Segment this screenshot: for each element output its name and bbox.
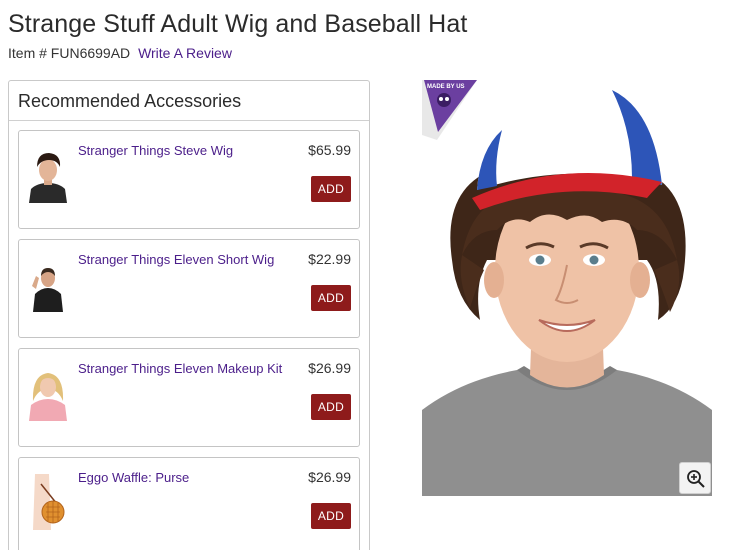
item-number: Item # FUN6699AD — [8, 45, 131, 61]
item-info: Item # FUN6699AD Write A Review — [8, 45, 232, 61]
waffle-purse-thumbnail[interactable] — [27, 474, 69, 530]
accessory-price: $26.99 — [308, 360, 351, 376]
add-to-cart-button[interactable]: ADD — [311, 503, 351, 529]
accessory-price: $65.99 — [308, 142, 351, 158]
made-by-us-badge-text: MADE BY US — [427, 84, 465, 90]
accessories-heading: Recommended Accessories — [9, 81, 369, 121]
accessory-name-link[interactable]: Stranger Things Eleven Makeup Kit — [78, 361, 282, 376]
accessory-price: $26.99 — [308, 469, 351, 485]
accessory-name-link[interactable]: Eggo Waffle: Purse — [78, 470, 189, 485]
eleven-wig-thumbnail[interactable] — [27, 256, 69, 312]
accessory-card-eggo-waffle-purse: Eggo Waffle: Purse $26.99 ADD — [18, 457, 360, 550]
add-to-cart-button[interactable]: ADD — [311, 285, 351, 311]
product-title: Strange Stuff Adult Wig and Baseball Hat — [8, 10, 468, 38]
accessory-card-steve-wig: Stranger Things Steve Wig $65.99 ADD — [18, 130, 360, 229]
recommended-accessories-panel: Recommended Accessories Stranger Things … — [8, 80, 370, 550]
product-main-image[interactable]: MADE BY US — [422, 80, 712, 496]
accessory-name-link[interactable]: Stranger Things Steve Wig — [78, 143, 233, 158]
add-to-cart-button[interactable]: ADD — [311, 176, 351, 202]
zoom-button[interactable] — [679, 462, 711, 494]
eleven-makeup-thumbnail[interactable] — [27, 365, 69, 421]
accessory-name-link[interactable]: Stranger Things Eleven Short Wig — [78, 252, 274, 267]
add-to-cart-button[interactable]: ADD — [311, 394, 351, 420]
accessory-card-eleven-short-wig: Stranger Things Eleven Short Wig $22.99 … — [18, 239, 360, 338]
write-review-link[interactable]: Write A Review — [138, 45, 232, 61]
zoom-in-icon — [687, 470, 705, 488]
accessory-card-eleven-makeup-kit: Stranger Things Eleven Makeup Kit $26.99… — [18, 348, 360, 447]
steve-wig-thumbnail[interactable] — [27, 147, 69, 203]
accessory-price: $22.99 — [308, 251, 351, 267]
